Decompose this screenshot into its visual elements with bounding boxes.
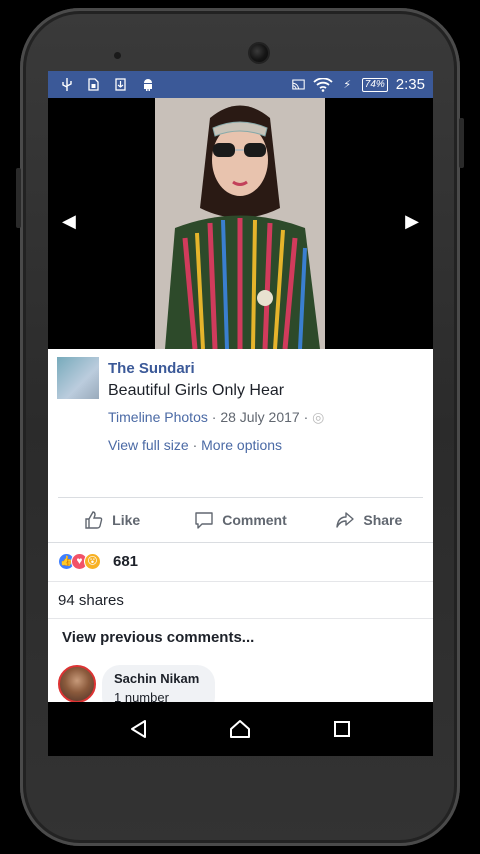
navigation-bar xyxy=(48,702,433,756)
post-text: Beautiful Girls Only Hear xyxy=(108,382,285,399)
divider xyxy=(58,497,423,498)
comment-button[interactable]: Comment xyxy=(176,510,304,530)
like-button[interactable]: Like xyxy=(48,510,176,530)
back-icon[interactable] xyxy=(124,714,154,744)
clock: 2:35 xyxy=(395,76,425,93)
photo-viewer[interactable]: ◀ ▶ xyxy=(48,98,433,349)
view-full-size-link[interactable]: View full size xyxy=(108,437,189,453)
home-icon[interactable] xyxy=(225,714,255,744)
comment-icon xyxy=(195,512,213,529)
more-options-link[interactable]: More options xyxy=(201,437,282,453)
android-icon xyxy=(141,78,154,91)
share-button[interactable]: Share xyxy=(305,510,433,530)
reaction-count: 681 xyxy=(113,553,139,570)
cast-icon xyxy=(292,78,305,91)
post-card: The Sundari Beautiful Girls Only Hear Ti… xyxy=(48,349,433,715)
action-bar: Like Comment Share xyxy=(48,499,433,541)
reaction-icons: 👍 ♥ 😮 xyxy=(58,553,101,570)
comment-item: Sachin Nikam 1 number xyxy=(58,665,423,715)
album-link[interactable]: Timeline Photos xyxy=(108,409,208,425)
status-bar: ⚡ 74% 2:35 xyxy=(48,71,433,98)
usb-icon xyxy=(60,78,73,91)
post-date[interactable]: 28 July 2017 xyxy=(220,409,299,425)
avatar[interactable] xyxy=(58,665,96,703)
globe-icon: ◎ xyxy=(312,409,325,425)
sensor xyxy=(114,52,121,59)
front-camera xyxy=(248,42,270,64)
reactions-summary[interactable]: 👍 ♥ 😮 681 xyxy=(48,543,433,580)
sim-icon xyxy=(87,78,100,91)
recents-icon[interactable] xyxy=(327,714,357,744)
view-previous-comments-link[interactable]: View previous comments... xyxy=(62,629,254,646)
comment-label: Comment xyxy=(222,512,287,528)
volume-button xyxy=(16,168,21,228)
photo-options: View full size · More options xyxy=(108,437,283,453)
power-button xyxy=(459,118,464,168)
chevron-right-icon[interactable]: ▶ xyxy=(405,211,419,232)
screen: ⚡ 74% 2:35 ◀ ▶ The Sundari Beautiful Gir… xyxy=(48,71,433,756)
wifi-icon xyxy=(313,77,333,92)
share-icon xyxy=(336,512,355,528)
page-avatar[interactable] xyxy=(57,357,99,399)
thumbs-up-icon xyxy=(85,511,103,529)
post-meta: Timeline Photos · 28 July 2017 · ◎ xyxy=(108,409,325,425)
post-photo[interactable] xyxy=(155,98,325,349)
download-icon xyxy=(114,78,127,91)
wow-reaction-icon: 😮 xyxy=(84,553,101,570)
chevron-left-icon[interactable]: ◀ xyxy=(62,211,76,232)
shares-count[interactable]: 94 shares xyxy=(48,581,433,619)
battery-indicator: 74% xyxy=(361,77,388,92)
like-label: Like xyxy=(112,512,141,528)
charging-icon: ⚡ xyxy=(343,79,352,91)
page-name-link[interactable]: The Sundari xyxy=(108,360,195,377)
share-label: Share xyxy=(363,512,403,528)
commenter-name[interactable]: Sachin Nikam xyxy=(114,671,203,686)
